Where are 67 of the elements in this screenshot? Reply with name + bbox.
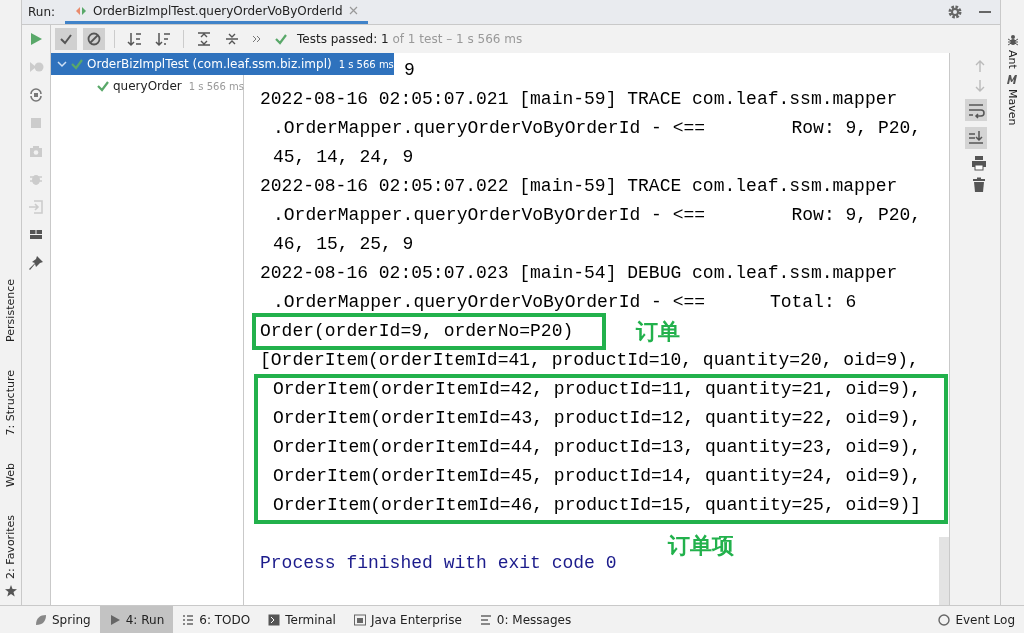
event-log-tab[interactable]: Event Log	[929, 605, 1024, 633]
tool-window-tab[interactable]: Spring	[26, 605, 100, 633]
tool-window-tab[interactable]: 4: Run	[99, 605, 174, 633]
settings-icon[interactable]	[948, 5, 962, 19]
leaf-icon	[35, 613, 47, 626]
tree-item[interactable]: OrderBizImplTest (com.leaf.ssm.biz.impl) 1 s 566 ms	[51, 53, 394, 75]
more-icon[interactable]	[252, 34, 262, 44]
tool-window-tab[interactable]: 6: TODO	[173, 605, 260, 633]
close-icon[interactable]	[348, 6, 358, 15]
enterprise-icon	[353, 613, 366, 626]
run-tab[interactable]: OrderBizImplTest.queryOrderVoByOrderId	[65, 0, 368, 24]
annotation-label: 订单项	[668, 532, 734, 560]
tool-window-tab[interactable]: Persistence	[4, 278, 17, 342]
trash-icon[interactable]	[971, 177, 987, 193]
tool-window-tab[interactable]: Java Enterprise	[344, 605, 471, 633]
console-line: OrderItem(orderItemId=44, productId=13, quantity=23, oid=9),	[272, 436, 922, 459]
chevron-icon[interactable]	[57, 59, 67, 69]
console-line: Process finished with exit code 0	[260, 552, 617, 575]
maven-icon[interactable]	[1005, 72, 1020, 85]
console-line: .OrderMapper.queryOrderVoByOrderId - <== Row: 9, P20,	[272, 117, 922, 140]
console-line: Order(orderId=9, orderNo=P20)	[260, 320, 574, 343]
tool-window-tab[interactable]: Ant	[1006, 50, 1019, 69]
list-icon	[182, 613, 195, 626]
terminal-icon	[268, 613, 281, 626]
show-ignored-button[interactable]	[83, 28, 105, 50]
scrollbar[interactable]	[939, 537, 949, 605]
circle-icon	[938, 613, 951, 626]
console-line: OrderItem(orderItemId=42, productId=11, quantity=21, oid=9),	[272, 378, 922, 401]
tool-window-tab[interactable]: Web	[4, 463, 17, 488]
check-icon	[274, 32, 288, 46]
console-line: OrderItem(orderItemId=45, productId=14, quantity=24, oid=9),	[272, 465, 922, 488]
soft-wrap-icon[interactable]	[965, 99, 987, 121]
console-line: [OrderItem(orderItemId=41, productId=10, quantity=20, oid=9),	[260, 349, 919, 372]
console-line: .OrderMapper.queryOrderVoByOrderId - <== Row: 9, P20,	[272, 204, 922, 227]
test-run-icon	[75, 4, 88, 17]
console-line: .OrderMapper.queryOrderVoByOrderId - <== Total: 6	[272, 291, 857, 314]
run-icon[interactable]	[28, 31, 44, 47]
print-icon[interactable]	[971, 155, 987, 171]
annotation-label: 订单	[636, 318, 680, 346]
console-line: 46, 15, 25, 9	[272, 233, 414, 256]
pin-icon[interactable]	[28, 255, 44, 271]
tool-window-tab[interactable]: Terminal	[259, 605, 345, 633]
messages-icon	[479, 613, 492, 626]
expand-all-icon[interactable]	[196, 31, 212, 47]
prohibited-icon	[87, 32, 101, 46]
console-line: 9	[404, 59, 415, 82]
sort-alphabetically-icon[interactable]	[127, 31, 143, 47]
console-line: 2022-08-16 02:05:07.023 [main-54] DEBUG com.leaf.ssm.mapper	[260, 262, 898, 285]
ant-icon[interactable]	[1006, 34, 1019, 46]
console-line: 2022-08-16 02:05:07.021 [main-59] TRACE com.leaf.ssm.mapper	[260, 88, 898, 111]
run-label: Run:	[27, 5, 57, 19]
show-passed-button[interactable]	[55, 28, 77, 50]
tool-window-tab[interactable]: Maven	[1006, 88, 1019, 126]
console-line: 45, 14, 24, 9	[272, 146, 414, 169]
run-icon	[108, 613, 121, 626]
test-status: Tests passed: 1 of 1 test – 1 s 566 ms	[297, 32, 523, 46]
check-icon	[59, 32, 73, 46]
star-icon	[4, 585, 17, 597]
scroll-to-end-icon[interactable]	[965, 127, 987, 149]
collapse-all-icon[interactable]	[224, 31, 240, 47]
console-line: 2022-08-16 02:05:07.022 [main-59] TRACE com.leaf.ssm.mapper	[260, 175, 898, 198]
tool-window-tab[interactable]: 2: Favorites	[4, 515, 17, 579]
console-line: OrderItem(orderItemId=43, productId=12, quantity=22, oid=9),	[272, 407, 922, 430]
tool-window-tab[interactable]: 0: Messages	[470, 605, 581, 633]
tool-window-tab[interactable]: 7: Structure	[4, 369, 17, 436]
console-line: OrderItem(orderItemId=46, productId=15, quantity=25, oid=9)]	[272, 494, 922, 517]
sort-by-duration-icon[interactable]	[155, 31, 171, 47]
